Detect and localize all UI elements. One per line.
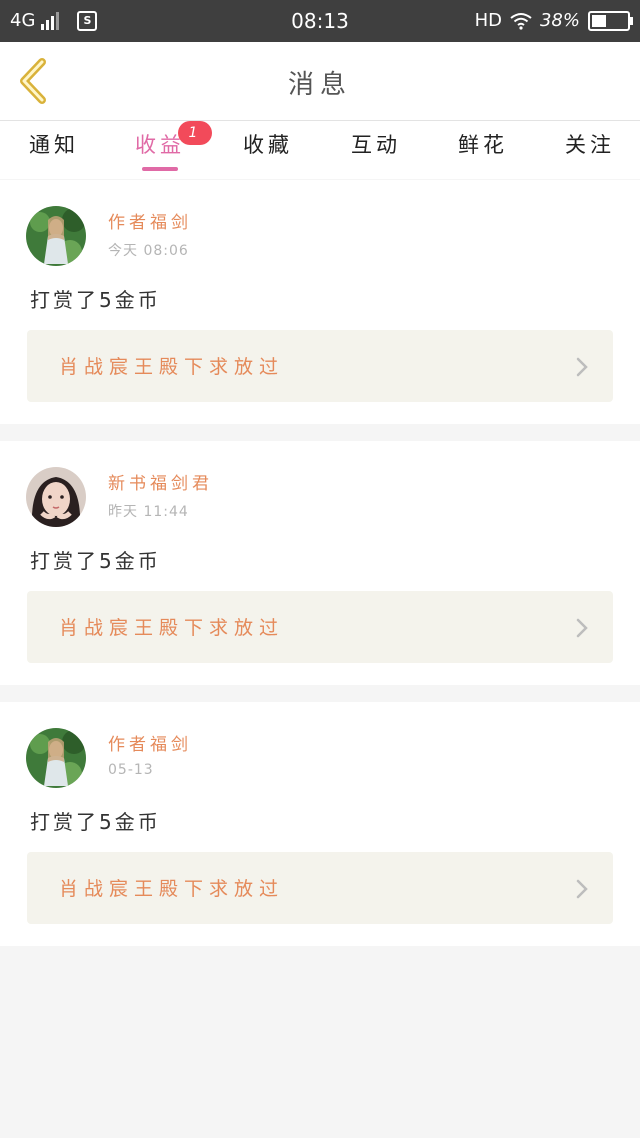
book-title: 肖战宸王殿下求放过: [59, 617, 285, 639]
tab-label: 关注: [565, 133, 615, 157]
battery-icon: [588, 10, 633, 31]
active-tab-indicator: [142, 167, 178, 171]
author-name[interactable]: 作者福剑: [108, 730, 192, 755]
hd-label: HD: [474, 10, 502, 31]
timestamp: 05-13: [108, 762, 154, 778]
tab-label: 互动: [351, 133, 401, 157]
chevron-right-icon: [576, 879, 588, 899]
book-title: 肖战宸王殿下求放过: [59, 356, 285, 378]
reward-card: 新书福剑君 昨天 11:44 打赏了5金币 肖战宸王殿下求放过: [0, 441, 640, 685]
reward-message: 打赏了5金币: [30, 549, 161, 573]
reward-message: 打赏了5金币: [30, 810, 161, 834]
tab-favorites[interactable]: 收藏: [228, 129, 308, 159]
timestamp: 今天 08:06: [108, 243, 189, 259]
avatar[interactable]: [26, 467, 86, 527]
nav-bar: 消息: [0, 42, 640, 121]
author-name[interactable]: 作者福剑: [108, 208, 192, 233]
avatar[interactable]: [26, 728, 86, 788]
tab-label: 收益: [135, 133, 185, 157]
status-bar: 4G S 08:13 HD 38%: [0, 0, 640, 42]
book-link[interactable]: 肖战宸王殿下求放过: [27, 852, 613, 924]
author-name[interactable]: 新书福剑君: [108, 469, 213, 494]
page-title: 消息: [287, 70, 352, 100]
tab-label: 收藏: [243, 133, 293, 157]
status-right: HD 38%: [474, 10, 633, 31]
reward-message: 打赏了5金币: [30, 288, 161, 312]
unread-badge: 1: [178, 121, 212, 145]
tab-label: 鲜花: [458, 133, 508, 157]
tab-notifications[interactable]: 通知: [14, 129, 94, 159]
tab-follows[interactable]: 关注: [550, 129, 630, 159]
battery-percent: 38%: [539, 10, 580, 31]
tab-interactions[interactable]: 互动: [336, 129, 416, 159]
timestamp: 昨天 11:44: [108, 504, 189, 520]
tab-earnings[interactable]: 收益 1: [120, 121, 212, 159]
tab-bar: 通知 收益 1 收藏 互动 鲜花 关注: [0, 121, 640, 179]
book-link[interactable]: 肖战宸王殿下求放过: [27, 330, 613, 402]
reward-card: 作者福剑 今天 08:06 打赏了5金币 肖战宸王殿下求放过: [0, 180, 640, 424]
chevron-right-icon: [576, 618, 588, 638]
book-title: 肖战宸王殿下求放过: [59, 878, 285, 900]
tab-flowers[interactable]: 鲜花: [443, 129, 523, 159]
book-link[interactable]: 肖战宸王殿下求放过: [27, 591, 613, 663]
wifi-icon: [510, 12, 532, 30]
reward-card: 作者福剑 05-13 打赏了5金币 肖战宸王殿下求放过: [0, 702, 640, 946]
chevron-right-icon: [576, 357, 588, 377]
tab-label: 通知: [29, 133, 79, 157]
avatar[interactable]: [26, 206, 86, 266]
